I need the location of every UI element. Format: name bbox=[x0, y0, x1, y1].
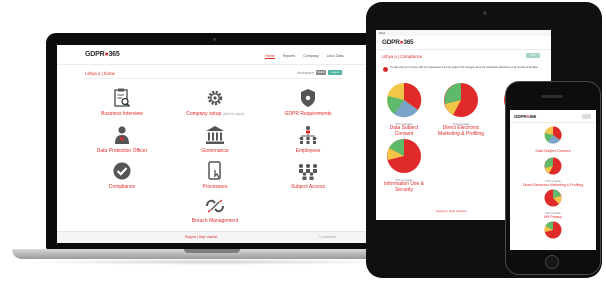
tile-label: Business Interview bbox=[101, 111, 143, 117]
phone-card-direct-marketing[interactable]: 37% Complete Direct Electronic Marketing… bbox=[510, 157, 596, 187]
pie-chart bbox=[444, 83, 478, 117]
tile-subject-access[interactable]: Subject Access bbox=[260, 161, 356, 190]
gear-icon bbox=[207, 90, 223, 106]
status-carrier: iPad bbox=[379, 31, 386, 35]
phone-card-hr-privacy[interactable]: 31% Complete HR Privacy bbox=[510, 189, 596, 219]
tile-governance[interactable]: Governance bbox=[167, 125, 263, 154]
device-mockup-scene: GDPR●365 Home Reports Company Lincs Data… bbox=[0, 0, 606, 290]
tile-business-interview[interactable]: Business Interview bbox=[74, 88, 170, 117]
content-divider bbox=[85, 78, 343, 79]
org-chart-icon bbox=[299, 126, 317, 144]
tile-data-protection-officer[interactable]: Data Protection Officer bbox=[74, 125, 170, 154]
pie-chart bbox=[387, 139, 421, 173]
phone-screen: GDPR●365 Data Subject Consent 37% Comple… bbox=[510, 110, 596, 250]
tablet-touch-icon bbox=[208, 161, 221, 180]
tile-label: Employees bbox=[295, 148, 321, 154]
laptop-camera bbox=[213, 38, 216, 41]
tile-label: GDPR Requirements bbox=[284, 111, 332, 117]
tile-employees[interactable]: Employees bbox=[260, 125, 356, 154]
tablet-breadcrumb: Lithya a | Compliance bbox=[382, 54, 423, 59]
check-circle-icon bbox=[113, 162, 131, 180]
phone-card-information-use[interactable] bbox=[510, 221, 596, 244]
laptop-screen: GDPR●365 Home Reports Company Lincs Data… bbox=[57, 45, 373, 243]
tile-label: Compliance bbox=[108, 184, 136, 190]
tablet-card-information-use[interactable]: 37% Complete Information Use & Security bbox=[382, 138, 426, 193]
workspace-label: Workspace bbox=[297, 71, 314, 75]
card-title: Data Subject Consent bbox=[389, 125, 419, 137]
laptop-notch bbox=[184, 249, 240, 253]
logout-button[interactable]: Logout bbox=[328, 70, 342, 75]
footer-copyright: © GDPR365 bbox=[319, 235, 336, 239]
tile-label: Processors bbox=[202, 184, 228, 190]
footer-links[interactable]: Support | Help channel bbox=[185, 235, 217, 239]
card-title: Information Use & Security bbox=[383, 181, 425, 193]
switch-button[interactable]: Switch bbox=[316, 70, 326, 75]
phone-header-divider bbox=[510, 122, 596, 123]
tile-gdpr-requirements[interactable]: GDPR Requirements bbox=[260, 88, 356, 117]
card-title: Direct Electronic Marketing & Profiling bbox=[437, 125, 485, 137]
clipboard-search-icon bbox=[114, 88, 131, 108]
laptop-footer: Support | Help channel © GDPR365 bbox=[57, 231, 373, 243]
officer-badge-icon bbox=[115, 126, 129, 144]
tile-label: Governance bbox=[201, 148, 229, 154]
breadcrumb: Lithya a | home bbox=[85, 71, 115, 76]
broken-link-icon bbox=[206, 199, 224, 213]
tablet-print-button[interactable]: Print bbox=[526, 53, 540, 58]
tablet-camera bbox=[483, 11, 487, 15]
card-title: Direct Electronic Marketing & Profiling bbox=[522, 183, 584, 187]
nav-home[interactable]: Home bbox=[265, 54, 275, 59]
tile-breach-management[interactable]: Breach Management bbox=[167, 197, 263, 224]
nav-lincs-data[interactable]: Lincs Data bbox=[327, 54, 344, 58]
tablet-logo[interactable]: GDPR●365 bbox=[382, 39, 414, 46]
tile-label: Breach Management bbox=[191, 218, 239, 224]
pie-chart bbox=[544, 126, 562, 144]
phone-speaker bbox=[541, 95, 563, 98]
shield-icon bbox=[301, 89, 315, 107]
tablet-header-divider bbox=[376, 49, 551, 50]
pie-chart bbox=[544, 157, 562, 175]
phone-home-button[interactable] bbox=[545, 255, 559, 269]
tile-processors[interactable]: Processors bbox=[167, 161, 263, 190]
phone-menu-icon[interactable] bbox=[582, 114, 591, 119]
tablet-card-direct-marketing[interactable]: 37% Complete Direct Electronic Marketing… bbox=[436, 82, 486, 137]
tablet-footer[interactable]: Support | Help channel bbox=[436, 209, 466, 213]
pie-chart bbox=[387, 82, 422, 118]
tablet-card-data-subject-consent[interactable]: 67% Complete Data Subject Consent bbox=[382, 82, 426, 137]
people-group-icon bbox=[299, 164, 317, 180]
laptop-logo[interactable]: GDPR●365 bbox=[85, 51, 120, 58]
phone-logo[interactable]: GDPR●365 bbox=[514, 114, 536, 119]
pie-chart bbox=[544, 189, 562, 207]
tile-label: Subject Access bbox=[291, 184, 325, 190]
tile-label: Company setup (click to open) bbox=[186, 111, 244, 117]
tile-company-setup[interactable]: Company setup (click to open) bbox=[167, 88, 263, 117]
nav-company[interactable]: Company bbox=[303, 54, 318, 58]
warning-icon bbox=[383, 67, 388, 72]
card-title: Data Subject Consent bbox=[535, 149, 571, 153]
laptop-nav: Home Reports Company Lincs Data bbox=[265, 54, 344, 59]
tablet-status-bar: iPad bbox=[376, 30, 551, 36]
nav-reports[interactable]: Reports bbox=[283, 54, 296, 58]
phone-card-data-subject-consent[interactable]: Data Subject Consent bbox=[510, 126, 596, 153]
tile-compliance[interactable]: Compliance bbox=[74, 161, 170, 190]
tablet-notice: It's also that you comply with the requi… bbox=[390, 66, 539, 69]
laptop-shadow bbox=[24, 259, 400, 265]
tile-label: Data Protection Officer bbox=[96, 148, 148, 154]
pie-chart bbox=[544, 221, 562, 239]
header-divider bbox=[57, 64, 373, 65]
bank-building-icon bbox=[206, 126, 224, 144]
card-title: HR Privacy bbox=[544, 215, 562, 219]
